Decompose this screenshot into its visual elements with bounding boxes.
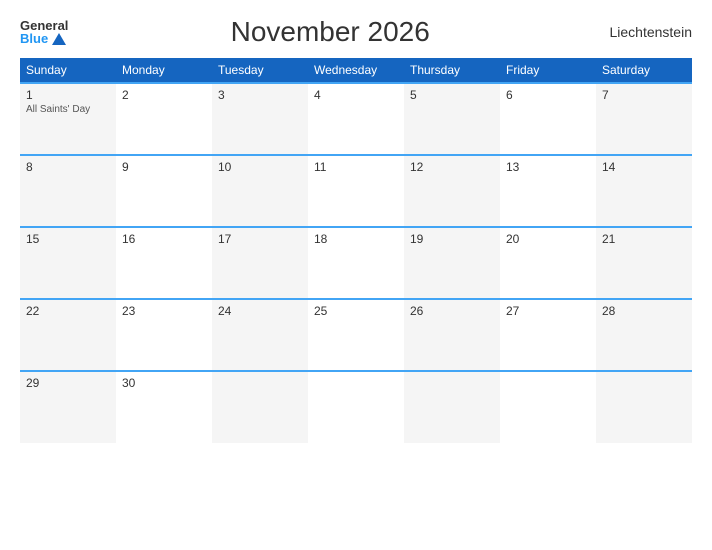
day-number: 7 (602, 88, 686, 102)
day-number: 1 (26, 88, 110, 102)
day-number: 16 (122, 232, 206, 246)
calendar-day-cell: 5 (404, 83, 500, 155)
day-number: 14 (602, 160, 686, 174)
day-number: 6 (506, 88, 590, 102)
header: General Blue November 2026 Liechtenstein (20, 16, 692, 48)
calendar-day-cell: 28 (596, 299, 692, 371)
calendar-day-cell: 16 (116, 227, 212, 299)
calendar-day-cell: 4 (308, 83, 404, 155)
calendar-day-cell: 21 (596, 227, 692, 299)
calendar-day-cell: 20 (500, 227, 596, 299)
weekday-header-row: SundayMondayTuesdayWednesdayThursdayFrid… (20, 58, 692, 83)
calendar-week-row: 15 16 17 18 19 20 21 (20, 227, 692, 299)
calendar-day-cell (404, 371, 500, 443)
calendar-day-cell (596, 371, 692, 443)
calendar-day-cell: 24 (212, 299, 308, 371)
calendar-day-cell: 19 (404, 227, 500, 299)
calendar-day-cell: 22 (20, 299, 116, 371)
day-number: 28 (602, 304, 686, 318)
calendar-day-cell: 8 (20, 155, 116, 227)
calendar-day-cell: 9 (116, 155, 212, 227)
day-number: 5 (410, 88, 494, 102)
calendar-day-cell: 17 (212, 227, 308, 299)
calendar-day-cell: 3 (212, 83, 308, 155)
calendar-table: SundayMondayTuesdayWednesdayThursdayFrid… (20, 58, 692, 443)
weekday-header-cell: Thursday (404, 58, 500, 83)
day-number: 11 (314, 160, 398, 174)
calendar-week-row: 89 10 11 12 13 14 (20, 155, 692, 227)
day-number: 29 (26, 376, 110, 390)
calendar-week-row: 29 30 (20, 371, 692, 443)
day-number: 2 (122, 88, 206, 102)
day-number: 22 (26, 304, 110, 318)
day-number: 18 (314, 232, 398, 246)
day-number: 30 (122, 376, 206, 390)
calendar-container: General Blue November 2026 Liechtenstein… (0, 0, 712, 550)
calendar-day-cell: 15 (20, 227, 116, 299)
day-number: 15 (26, 232, 110, 246)
day-number: 9 (122, 160, 206, 174)
calendar-day-cell: 30 (116, 371, 212, 443)
calendar-day-cell: 27 (500, 299, 596, 371)
calendar-day-cell: 13 (500, 155, 596, 227)
weekday-header-cell: Tuesday (212, 58, 308, 83)
event-label: All Saints' Day (26, 104, 110, 115)
calendar-day-cell: 6 (500, 83, 596, 155)
calendar-day-cell: 25 (308, 299, 404, 371)
day-number: 8 (26, 160, 110, 174)
calendar-day-cell: 26 (404, 299, 500, 371)
day-number: 25 (314, 304, 398, 318)
calendar-day-cell (500, 371, 596, 443)
calendar-day-cell (308, 371, 404, 443)
day-number: 21 (602, 232, 686, 246)
weekday-header-cell: Friday (500, 58, 596, 83)
weekday-header-cell: Sunday (20, 58, 116, 83)
day-number: 12 (410, 160, 494, 174)
calendar-day-cell: 23 (116, 299, 212, 371)
day-number: 27 (506, 304, 590, 318)
day-number: 26 (410, 304, 494, 318)
weekday-header-cell: Monday (116, 58, 212, 83)
day-number: 19 (410, 232, 494, 246)
logo-blue-row: Blue (20, 32, 66, 45)
country-name: Liechtenstein (592, 24, 692, 40)
calendar-week-row: 1 All Saints' Day 234567 (20, 83, 692, 155)
weekday-header-cell: Wednesday (308, 58, 404, 83)
calendar-day-cell: 11 (308, 155, 404, 227)
calendar-day-cell: 7 (596, 83, 692, 155)
calendar-day-cell: 10 (212, 155, 308, 227)
calendar-title: November 2026 (68, 16, 592, 48)
logo: General Blue (20, 19, 68, 45)
calendar-day-cell: 1 All Saints' Day (20, 83, 116, 155)
calendar-day-cell: 29 (20, 371, 116, 443)
day-number: 17 (218, 232, 302, 246)
logo-blue-text: Blue (20, 32, 48, 45)
calendar-day-cell (212, 371, 308, 443)
calendar-day-cell: 14 (596, 155, 692, 227)
calendar-day-cell: 2 (116, 83, 212, 155)
calendar-body: 1All Saints' Day234567891011121314151617… (20, 83, 692, 443)
day-number: 4 (314, 88, 398, 102)
day-number: 3 (218, 88, 302, 102)
logo-triangle-icon (52, 33, 66, 45)
calendar-week-row: 22 23 24 25 26 27 28 (20, 299, 692, 371)
day-number: 13 (506, 160, 590, 174)
day-number: 20 (506, 232, 590, 246)
weekday-header-cell: Saturday (596, 58, 692, 83)
calendar-day-cell: 12 (404, 155, 500, 227)
day-number: 10 (218, 160, 302, 174)
calendar-day-cell: 18 (308, 227, 404, 299)
day-number: 23 (122, 304, 206, 318)
day-number: 24 (218, 304, 302, 318)
